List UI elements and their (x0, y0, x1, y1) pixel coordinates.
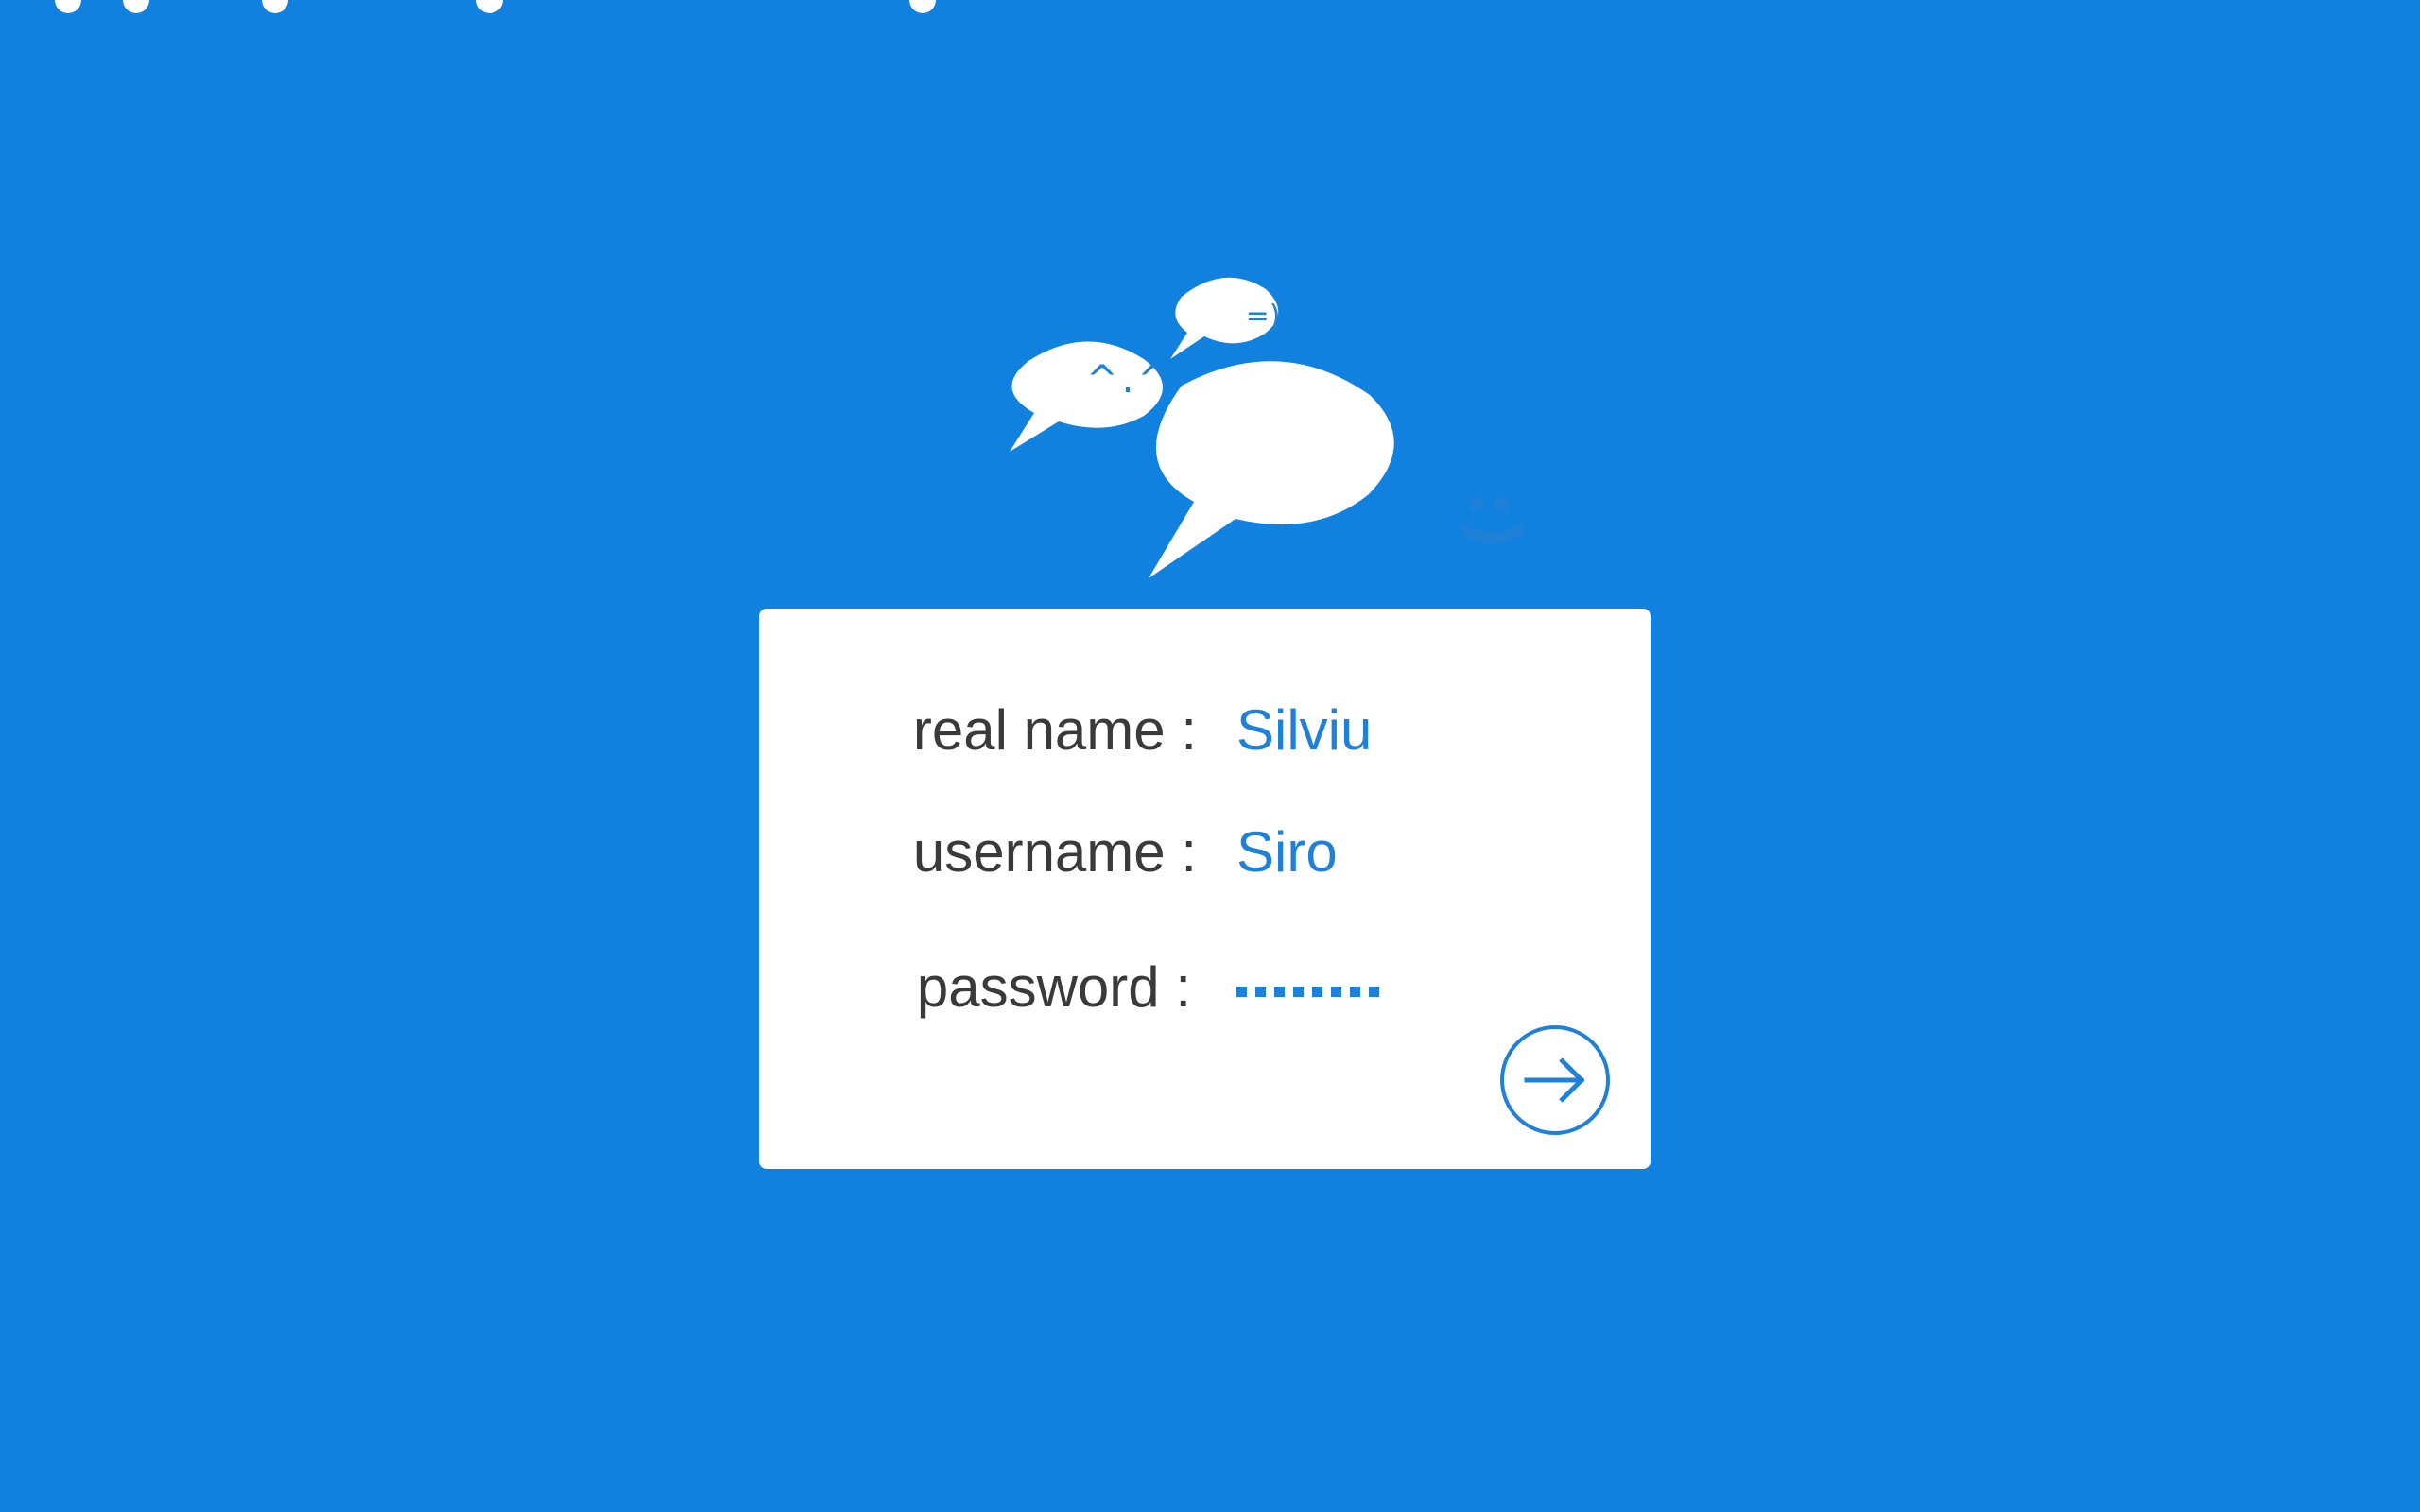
password-mask-dot (1369, 987, 1379, 997)
password-mask-dot (1293, 987, 1304, 997)
login-screen: =) ^.^ :) real name : Silviu username : … (0, 0, 2420, 1512)
password-label: password : (916, 955, 1191, 1019)
real-name-field[interactable]: Silviu (1236, 693, 1372, 768)
password-mask-dot (1255, 987, 1266, 997)
password-mask-dot (1274, 987, 1285, 997)
small-bubble-face: =) (1245, 300, 1281, 333)
arrow-right-icon (1500, 1025, 1610, 1135)
progress-dot (909, 0, 936, 13)
password-mask-dot (1350, 987, 1360, 997)
medium-bubble-face: ^.^ (1086, 358, 1173, 402)
progress-dot (476, 0, 503, 13)
chat-bubbles-icon: =) ^.^ (993, 274, 1427, 595)
password-mask-dot (1312, 987, 1322, 997)
large-bubble-face: :) (1453, 490, 1534, 550)
username-field[interactable]: Siro (1236, 815, 1338, 890)
password-mask-dot (1331, 987, 1341, 997)
real-name-row: real name : Silviu (759, 693, 1651, 768)
progress-dot (55, 0, 81, 13)
password-row: password : (759, 950, 1651, 1025)
password-mask-dot (1236, 987, 1247, 997)
username-row: username : Siro (759, 815, 1651, 890)
login-card: real name : Silviu username : Siro passw… (759, 609, 1651, 1169)
username-label: username : (912, 820, 1197, 884)
progress-dot (123, 0, 149, 13)
progress-dot (262, 0, 288, 13)
top-progress-dots (0, 0, 1040, 19)
password-field[interactable] (1236, 950, 1482, 1025)
submit-arrow-button[interactable] (1500, 1025, 1610, 1135)
real-name-label: real name : (912, 698, 1197, 762)
